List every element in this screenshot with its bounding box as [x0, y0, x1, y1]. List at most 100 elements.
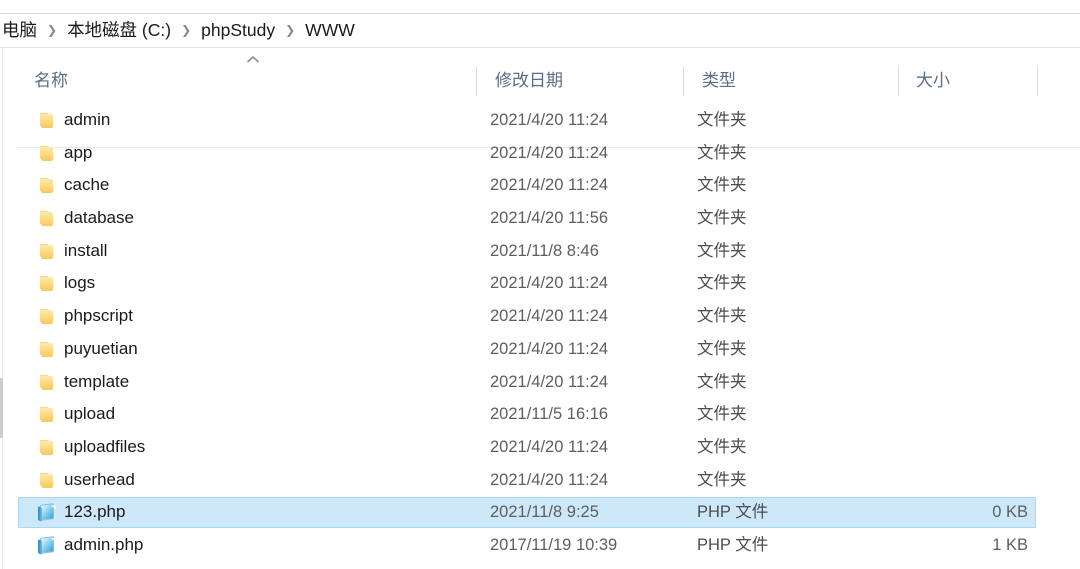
file-size-cell: 1 KB — [992, 535, 1028, 554]
column-header-size[interactable]: 大小 — [916, 68, 950, 100]
file-type-cell: 文件夹 — [697, 307, 747, 326]
file-explorer-window: 电脑 ❯ 本地磁盘 (C:) ❯ phpStudy ❯ WWW 名称 修改日期 类型 大小 … — [0, 0, 1080, 569]
file-list-row[interactable]: userhead 2021/4/20 11:24 文件夹 — [0, 464, 1080, 497]
file-date-modified-cell: 2021/11/8 8:46 — [490, 241, 599, 260]
file-icon-cell — [37, 202, 59, 235]
file-size-cell — [898, 169, 1028, 202]
column-divider-date[interactable] — [683, 66, 684, 96]
column-header-name[interactable]: 名称 — [34, 68, 68, 100]
file-icon-cell — [37, 104, 59, 137]
file-type-cell: 文件夹 — [697, 339, 747, 358]
file-icon-cell — [37, 333, 59, 366]
file-name-cell: upload — [64, 404, 116, 424]
file-type-cell: 文件夹 — [697, 241, 747, 260]
file-type-cell: PHP 文件 — [697, 535, 769, 554]
file-icon-cell — [37, 267, 59, 300]
file-size-cell — [898, 431, 1028, 464]
file-type-cell: 文件夹 — [697, 274, 747, 293]
file-size-cell: 0 KB — [992, 503, 1028, 522]
column-header-type[interactable]: 类型 — [702, 68, 736, 100]
file-size-cell — [898, 300, 1028, 333]
file-name-cell: cache — [64, 175, 110, 195]
sort-ascending-icon — [246, 55, 260, 64]
file-size-cell — [898, 202, 1028, 235]
file-type-cell: 文件夹 — [697, 209, 747, 228]
breadcrumb[interactable]: 电脑 ❯ 本地磁盘 (C:) ❯ phpStudy ❯ WWW — [0, 14, 1080, 48]
file-list-row[interactable]: admin 2021/4/20 11:24 文件夹 — [0, 104, 1080, 137]
file-icon-cell — [37, 398, 59, 431]
breadcrumb-item-1[interactable]: 电脑 — [0, 20, 40, 42]
column-divider-size[interactable] — [1037, 66, 1038, 96]
file-date-modified-cell: 2021/11/5 16:16 — [490, 405, 609, 424]
file-name-cell: logs — [64, 273, 96, 293]
file-list-row[interactable]: database 2021/4/20 11:56 文件夹 — [0, 202, 1080, 235]
breadcrumb-item-4[interactable]: WWW — [302, 20, 358, 42]
file-list-row[interactable]: logs 2021/4/20 11:24 文件夹 — [0, 267, 1080, 300]
file-icon-cell — [37, 496, 59, 529]
file-size-cell — [898, 137, 1028, 170]
file-list-row[interactable]: template 2021/4/20 11:24 文件夹 — [0, 366, 1080, 399]
file-list-row[interactable]: cache 2021/4/20 11:24 文件夹 — [0, 169, 1080, 202]
chevron-up-glyph — [247, 56, 259, 63]
column-divider-name[interactable] — [476, 66, 477, 96]
column-header-row: 名称 修改日期 类型 大小 — [18, 48, 1080, 148]
file-date-modified-cell: 2021/4/20 11:24 — [490, 274, 609, 293]
file-name-cell: install — [64, 240, 108, 260]
column-header-date-modified[interactable]: 修改日期 — [495, 68, 563, 100]
file-list-row[interactable]: puyuetian 2021/4/20 11:24 文件夹 — [0, 333, 1080, 366]
file-type-cell: 文件夹 — [697, 470, 747, 489]
file-date-modified-cell: 2021/4/20 11:24 — [490, 176, 609, 195]
file-date-modified-cell: 2021/4/20 11:24 — [490, 437, 609, 456]
file-list-row[interactable]: app 2021/4/20 11:24 文件夹 — [0, 137, 1080, 170]
file-type-cell: PHP 文件 — [697, 503, 769, 522]
file-list-row[interactable]: install 2021/11/8 8:46 文件夹 — [0, 235, 1080, 268]
file-size-cell — [898, 333, 1028, 366]
file-size-cell — [898, 366, 1028, 399]
file-type-cell: 文件夹 — [697, 405, 747, 424]
file-name-cell: puyuetian — [64, 338, 138, 358]
file-list[interactable]: admin 2021/4/20 11:24 文件夹 app 2021/4/20 11:2… — [0, 104, 1080, 569]
file-list-row[interactable]: uploadfiles 2021/4/20 11:24 文件夹 — [0, 431, 1080, 464]
file-icon-cell — [37, 431, 59, 464]
file-size-cell — [898, 398, 1028, 431]
file-name-cell: admin — [64, 110, 111, 129]
file-size-cell — [898, 235, 1028, 268]
breadcrumb-item-3[interactable]: phpStudy — [198, 20, 278, 42]
file-type-cell: 文件夹 — [697, 143, 747, 162]
file-name-cell: database — [64, 208, 134, 228]
file-date-modified-cell: 2021/4/20 11:24 — [490, 372, 609, 391]
file-size-cell — [898, 104, 1028, 137]
file-name-cell: template — [64, 371, 130, 391]
breadcrumb-separator-icon: ❯ — [285, 23, 296, 37]
breadcrumb-item-2[interactable]: 本地磁盘 (C:) — [64, 20, 174, 42]
file-icon-cell — [37, 529, 59, 562]
file-date-modified-cell: 2017/11/19 10:39 — [490, 535, 618, 554]
file-icon-cell — [37, 366, 59, 399]
file-list-row[interactable]: upload 2021/11/5 16:16 文件夹 — [0, 398, 1080, 431]
file-name-cell: app — [64, 142, 93, 162]
file-date-modified-cell: 2021/4/20 11:56 — [490, 209, 609, 228]
file-name-cell: uploadfiles — [64, 436, 146, 456]
breadcrumb-separator-icon: ❯ — [181, 23, 192, 37]
file-name-cell: userhead — [64, 469, 135, 489]
file-type-cell: 文件夹 — [697, 111, 747, 129]
column-divider-type[interactable] — [898, 66, 899, 96]
file-date-modified-cell: 2021/11/8 9:25 — [490, 503, 599, 522]
file-type-cell: 文件夹 — [697, 176, 747, 195]
file-date-modified-cell: 2021/4/20 11:24 — [490, 339, 609, 358]
file-name-cell: phpscript — [64, 306, 133, 326]
file-icon-cell — [37, 464, 59, 497]
file-date-modified-cell: 2021/4/20 11:24 — [490, 143, 609, 162]
file-icon-cell — [37, 169, 59, 202]
file-list-row[interactable]: 123.php 2021/11/8 9:25 PHP 文件 0 KB — [0, 496, 1080, 529]
file-list-row[interactable]: admin.php 2017/11/19 10:39 PHP 文件 1 KB — [0, 529, 1080, 562]
file-icon-cell — [37, 137, 59, 170]
file-size-cell — [898, 464, 1028, 497]
file-type-cell: 文件夹 — [697, 437, 747, 456]
file-date-modified-cell: 2021/4/20 11:24 — [490, 307, 609, 326]
file-list-row[interactable]: phpscript 2021/4/20 11:24 文件夹 — [0, 300, 1080, 333]
file-date-modified-cell: 2021/4/20 11:24 — [490, 470, 609, 489]
file-name-cell: 123.php — [64, 502, 126, 522]
file-date-modified-cell: 2021/4/20 11:24 — [490, 111, 609, 129]
file-type-cell: 文件夹 — [697, 372, 747, 391]
